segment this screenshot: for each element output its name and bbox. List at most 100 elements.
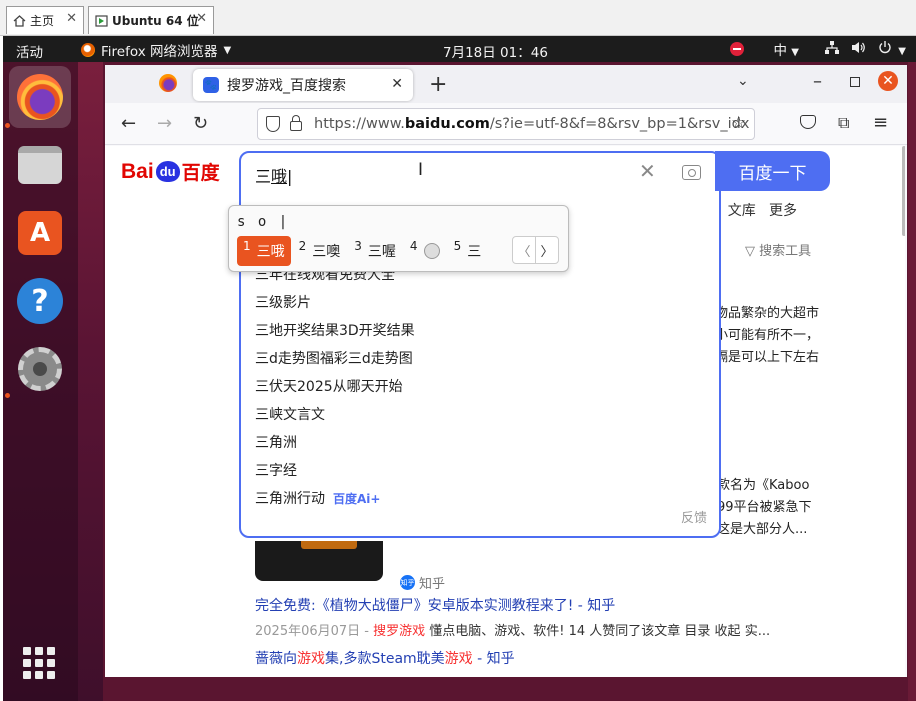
nav-more[interactable]: 更多 bbox=[769, 200, 797, 220]
snippet-text: 小可能有所不一， bbox=[715, 328, 820, 343]
running-indicator bbox=[5, 123, 10, 128]
volume-icon[interactable] bbox=[851, 41, 866, 58]
snippet-text: 99平台被紧急下 bbox=[717, 500, 812, 515]
close-tab-icon[interactable]: ✕ bbox=[391, 76, 403, 92]
new-tab-icon[interactable]: + bbox=[429, 72, 447, 97]
camera-icon[interactable] bbox=[682, 165, 701, 180]
forward-arrow-icon[interactable]: → bbox=[157, 113, 172, 134]
text-cursor-icon: I bbox=[418, 160, 424, 180]
snippet-text: 款名为《Kaboo bbox=[717, 478, 810, 493]
vm-tab-home[interactable]: 主页 ✕ bbox=[6, 6, 84, 34]
shield-icon[interactable] bbox=[266, 116, 280, 132]
ime-candidate-window: s o | 1 三哦 2 三噢 3 三喔 4 5三 〈 〉 bbox=[228, 205, 569, 272]
browser-tab[interactable]: 🐾 搜罗游戏_百度搜索 ✕ bbox=[193, 69, 413, 101]
baidu-ai-badge: 百度Ai+ bbox=[333, 491, 381, 506]
nav-wenku[interactable]: ▏文库 bbox=[717, 200, 756, 220]
dock-help[interactable]: ? bbox=[9, 270, 71, 332]
firefox-view-icon[interactable] bbox=[159, 74, 177, 92]
feedback-link[interactable]: 反馈 bbox=[681, 507, 707, 526]
clock-emoji-icon bbox=[423, 243, 440, 259]
help-icon: ? bbox=[17, 278, 63, 324]
clear-search-icon[interactable]: ✕ bbox=[639, 159, 656, 183]
stop-icon[interactable] bbox=[729, 42, 744, 56]
close-icon[interactable]: ✕ bbox=[196, 11, 207, 26]
system-tray: 中 ▼ ▼ bbox=[729, 39, 906, 59]
dock-files[interactable] bbox=[9, 134, 71, 196]
tab-bar: 🐾 搜罗游戏_百度搜索 ✕ + ⌄ – ✕ bbox=[105, 65, 907, 103]
gnome-top-bar: 活动 Firefox 网络浏览器 ▼ 7月18日 01：46 中 ▼ ▼ bbox=[3, 36, 916, 62]
window-close-icon[interactable]: ✕ bbox=[878, 71, 898, 91]
result-title[interactable]: 完全免费:《植物大战僵尸》安卓版本实测教程来了! - 知乎 bbox=[255, 595, 615, 615]
firefox-icon bbox=[81, 43, 95, 57]
close-icon[interactable]: ✕ bbox=[66, 11, 77, 26]
suggestion-list: 三年在线观看免费大全 三级影片 三地开奖结果3D开奖结果 三d走势图福彩三d走势… bbox=[255, 260, 415, 512]
wallpaper-edge bbox=[908, 62, 916, 701]
bookmark-star-icon[interactable]: ☆ bbox=[731, 113, 746, 133]
url-prefix: https://www. bbox=[314, 116, 405, 132]
vm-tab-strip: 主页 ✕ Ubuntu 64 位 ✕ bbox=[0, 0, 916, 36]
dock-software[interactable]: A bbox=[9, 202, 71, 264]
source-zhihu[interactable]: 知乎 知乎 bbox=[400, 573, 445, 592]
suggestion-item[interactable]: 三级影片 bbox=[255, 288, 415, 316]
suggestion-item[interactable]: 三伏天2025从哪天开始 bbox=[255, 372, 415, 400]
suggestion-item[interactable]: 三峡文言文 bbox=[255, 400, 415, 428]
suggestion-item[interactable]: 三角洲 bbox=[255, 428, 415, 456]
guest-screen: 活动 Firefox 网络浏览器 ▼ 7月18日 01：46 中 ▼ ▼ A ?… bbox=[3, 36, 916, 701]
vm-tab-ubuntu[interactable]: Ubuntu 64 位 ✕ bbox=[88, 6, 214, 34]
vm-icon bbox=[95, 14, 108, 27]
ime-candidate[interactable]: 3 三喔 bbox=[348, 236, 402, 266]
reload-icon[interactable]: ↻ bbox=[193, 113, 208, 134]
baidu-favicon-icon: 🐾 bbox=[203, 77, 219, 93]
snippet-text: 物品繁杂的大超市 bbox=[715, 306, 820, 321]
list-all-tabs-icon[interactable]: ⌄ bbox=[737, 73, 749, 89]
back-arrow-icon[interactable]: ← bbox=[121, 113, 136, 134]
input-method-indicator[interactable]: 中 ▼ bbox=[774, 39, 800, 59]
url-host: baidu.com bbox=[404, 116, 490, 132]
suggestion-item[interactable]: 三角洲行动 百度Ai+ bbox=[255, 484, 415, 512]
clock[interactable]: 7月18日 01：46 bbox=[443, 41, 548, 61]
ime-candidate-list: 1 三哦 2 三噢 3 三喔 4 5三 bbox=[237, 236, 489, 266]
ime-prev-page-icon[interactable]: 〈 bbox=[512, 236, 536, 264]
activities-button[interactable]: 活动 bbox=[16, 41, 43, 61]
suggestion-item[interactable]: 三地开奖结果3D开奖结果 bbox=[255, 316, 415, 344]
settings-gear-icon bbox=[18, 347, 62, 391]
snippet-text: 隔是可以上下左右 bbox=[715, 350, 820, 365]
dock-settings[interactable] bbox=[9, 338, 71, 400]
result-thumbnail[interactable] bbox=[255, 541, 383, 581]
chevron-down-icon: ▼ bbox=[223, 44, 232, 56]
app-menu-label: Firefox 网络浏览器 bbox=[101, 44, 218, 60]
ime-candidate[interactable]: 1 三哦 bbox=[237, 236, 291, 266]
home-icon bbox=[13, 14, 26, 27]
extensions-icon[interactable]: ⧉ bbox=[838, 113, 849, 133]
baidu-logo[interactable]: Bai du 百度 bbox=[121, 158, 220, 185]
result-title[interactable]: 蔷薇向游戏集,多款Steam耽美游戏 - 知乎 bbox=[255, 648, 515, 668]
firefox-window: 🐾 搜罗游戏_百度搜索 ✕ + ⌄ – ✕ ga ← → ↻ https://w… bbox=[105, 65, 907, 677]
vm-tab-label: 主页 bbox=[30, 14, 55, 28]
maximize-icon[interactable] bbox=[850, 77, 860, 87]
ime-candidate[interactable]: 4 bbox=[404, 236, 446, 266]
search-input[interactable]: 三哦| bbox=[255, 163, 292, 187]
suggestion-item[interactable]: 三d走势图福彩三d走势图 bbox=[255, 344, 415, 372]
ime-next-page-icon[interactable]: 〉 bbox=[535, 236, 559, 264]
ime-candidate[interactable]: 5三 bbox=[448, 236, 488, 266]
scrollbar[interactable] bbox=[902, 146, 905, 236]
search-button[interactable]: 百度一下 bbox=[715, 151, 830, 191]
url-bar[interactable]: https://www. baidu.com/s?ie=utf-8&f=8&rsv… bbox=[257, 108, 755, 140]
dock: A ? bbox=[3, 62, 78, 701]
suggestion-item[interactable]: 三字经 bbox=[255, 456, 415, 484]
ime-candidate[interactable]: 2 三噢 bbox=[293, 236, 347, 266]
power-icon[interactable]: ▼ bbox=[878, 40, 906, 58]
dock-firefox[interactable] bbox=[9, 66, 71, 128]
hamburger-menu-icon[interactable]: ≡ bbox=[873, 112, 888, 133]
app-menu[interactable]: Firefox 网络浏览器 ▼ bbox=[81, 40, 231, 60]
minimize-icon[interactable]: – bbox=[813, 71, 822, 92]
network-icon[interactable] bbox=[825, 40, 839, 58]
search-tools-button[interactable]: ▽ 搜索工具 bbox=[745, 240, 811, 259]
pocket-icon[interactable] bbox=[800, 115, 816, 129]
zhihu-icon: 知乎 bbox=[400, 575, 415, 590]
navigation-toolbar: ga ← → ↻ https://www.baidu.com/s?ie=utf-… bbox=[105, 103, 907, 172]
show-apps-icon[interactable] bbox=[23, 647, 55, 679]
lock-icon[interactable] bbox=[290, 115, 302, 131]
url-rest: /s?ie=utf-8&f=8&rsv_bp=1&rsv_idx bbox=[489, 116, 750, 132]
firefox-icon bbox=[17, 74, 63, 120]
